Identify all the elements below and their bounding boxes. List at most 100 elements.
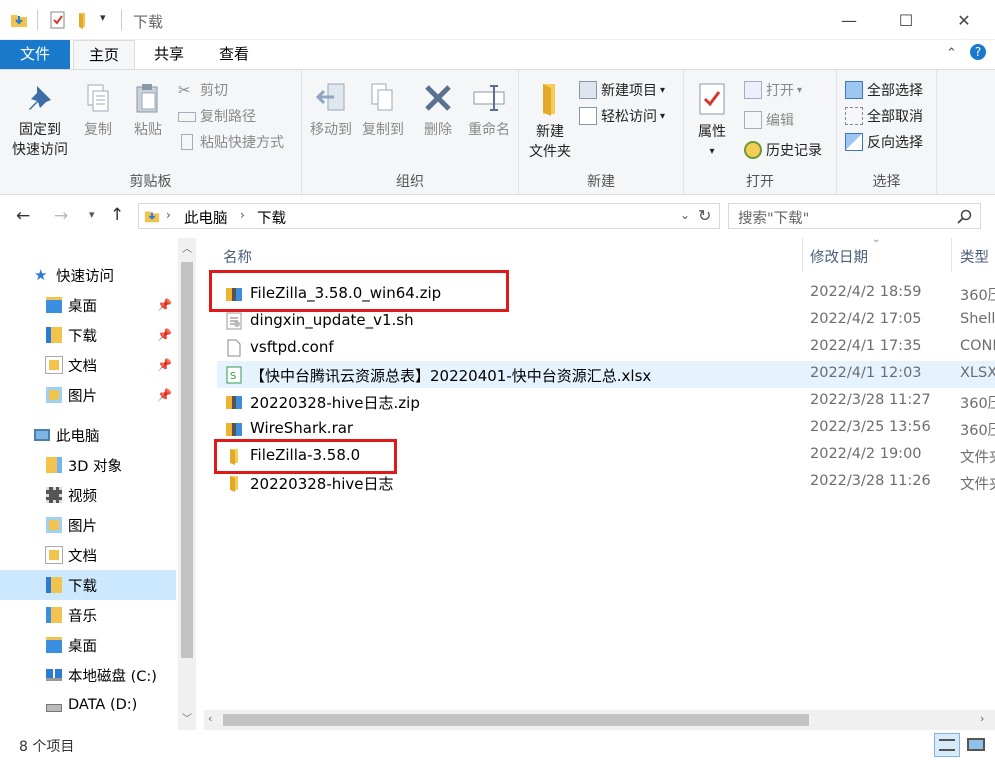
nav-documents[interactable]: 文档 📌 [0,350,176,380]
edit-button[interactable]: 编辑 [744,108,794,132]
column-header-name[interactable]: 名称 [223,246,252,267]
invert-selection-button[interactable]: 反向选择 [845,130,923,154]
large-icons-view-button[interactable] [963,733,989,757]
tab-view[interactable]: 查看 [208,40,260,69]
pin-icon: 📌 [157,388,172,402]
tab-file[interactable]: 文件 [0,40,70,69]
file-row[interactable]: WireShark.rar 2022/3/25 13:56 360压缩 [217,415,995,442]
nav-videos[interactable]: 视频 [0,480,176,510]
scroll-up-icon[interactable]: ︿ [182,240,192,255]
history-button[interactable]: 历史记录 [744,138,822,162]
nav-data-d[interactable]: DATA (D:) [0,690,176,720]
recent-locations-icon[interactable]: ▾ [89,208,95,221]
nav-pictures[interactable]: 图片 📌 [0,380,176,410]
new-item-button[interactable]: 新建项目 ▾ [579,78,665,102]
copy-path-icon [178,112,196,122]
horizontal-scrollbar[interactable]: ‹ › [204,710,995,730]
properties-button[interactable]: 属性 ▾ [690,82,734,162]
copy-button[interactable]: 复制 [76,82,120,140]
nav-documents-pc[interactable]: 文档 [0,540,176,570]
ribbon: 固定到 快速访问 复制 粘贴 ✂ 剪切 复制路径 粘贴快捷方式 剪贴板 移动到 复… [0,69,995,195]
pin-quick-access-button[interactable]: 固定到 快速访问 [8,82,72,160]
easy-access-button[interactable]: 轻松访问 ▾ [579,104,665,128]
details-view-icon [939,739,955,751]
copy-path-button[interactable]: 复制路径 [178,104,256,128]
move-to-button[interactable]: 移动到 [306,82,356,140]
nav-downloads[interactable]: 下载 📌 [0,320,176,350]
tab-share[interactable]: 共享 [143,40,195,69]
nav-label: 文档 [68,358,97,375]
help-icon[interactable]: ? [970,44,986,60]
clipboard-group-label: 剪贴板 [129,174,172,190]
file-type: 360压缩 [960,396,995,412]
quick-access-dropdown-icon[interactable]: ▾ [100,11,106,24]
nav-label: 3D 对象 [68,458,122,475]
tab-home[interactable]: 主页 [73,40,135,69]
item-count: 8 个项目 [19,739,75,755]
forward-icon[interactable]: → [54,206,68,226]
pin-label-2: 快速访问 [12,142,68,158]
address-dropdown-icon[interactable]: ⌄ [680,208,690,222]
open-button[interactable]: 打开 ▾ [744,78,802,102]
download-folder-icon [144,211,160,223]
svg-text:S: S [230,371,236,382]
back-icon[interactable]: ← [16,206,30,226]
file-date: 2022/4/1 12:03 [810,365,922,381]
paste-button[interactable]: 粘贴 [126,82,170,140]
scroll-down-icon[interactable]: ﹀ [182,710,192,725]
new-folder-icon[interactable] [75,11,93,29]
close-button[interactable]: ✕ [935,0,993,40]
open-group: 属性 ▾ 打开 ▾ 编辑 历史记录 打开 [684,70,837,195]
column-header-type[interactable]: 类型 [960,246,989,267]
nav-label: 快速访问 [56,268,114,285]
nav-quick-access[interactable]: ★ 快速访问 [0,260,176,290]
nav-desktop-pc[interactable]: 桌面 [0,630,176,660]
window-title: 下载 [133,13,164,31]
cut-label: 剪切 [200,83,228,99]
maximize-button[interactable]: ☐ [877,0,935,40]
paste-shortcut-button[interactable]: 粘贴快捷方式 [178,130,284,154]
file-row[interactable]: S 【快中台腾讯云资源总表】20220401-快中台资源汇总.xlsx 2022/4… [217,361,995,388]
nav-local-disk-c[interactable]: 本地磁盘 (C:) [0,660,176,690]
nav-music[interactable]: 音乐 [0,600,176,630]
nav-scrollbar[interactable]: ︿ ﹀ [178,238,196,730]
nav-downloads-pc[interactable]: 下载 [0,570,176,600]
select-all-button[interactable]: 全部选择 [845,78,923,102]
column-header-date[interactable]: 修改日期 [810,246,868,267]
properties-icon[interactable] [49,11,67,29]
refresh-icon[interactable]: ↻ [698,206,711,225]
pictures-folder-icon [46,517,62,533]
address-bar[interactable]: › 此电脑 › 下载 ⌄ ↻ [138,203,720,229]
copy-icon [87,84,109,112]
file-row[interactable]: vsftpd.conf 2022/4/1 17:35 CONF [217,334,995,361]
details-view-button[interactable] [934,733,960,757]
nav-desktop[interactable]: 桌面 📌 [0,290,176,320]
nav-scroll-thumb[interactable] [181,262,193,658]
desktop-folder-icon [46,297,62,313]
select-none-button[interactable]: 全部取消 [845,104,923,128]
nav-pictures-pc[interactable]: 图片 [0,510,176,540]
minimize-button[interactable]: — [820,0,878,40]
file-list: ⌄ 名称 修改日期 类型 FileZilla_3.58.0_win64.zip 2… [200,234,995,708]
breadcrumb-downloads[interactable]: 下载 [257,207,286,228]
breadcrumb-this-pc[interactable]: 此电脑 [184,207,228,228]
up-icon[interactable]: ↑ [110,205,124,225]
nav-3d-objects[interactable]: 3D 对象 [0,450,176,480]
copy-to-button[interactable]: 复制到 [358,82,408,140]
search-input[interactable]: 搜索"下载" [728,203,981,229]
file-row[interactable]: 20220328-hive日志.zip 2022/3/28 11:27 360压缩 [217,388,995,415]
collapse-ribbon-icon[interactable]: ⌃ [946,46,957,61]
new-folder-button[interactable]: 新建 文件夹 [523,82,577,162]
sort-indicator-icon: ⌄ [872,234,881,245]
nav-this-pc[interactable]: 此电脑 [0,420,176,450]
rename-button[interactable]: 重命名 [464,82,514,140]
file-name: 20220328-hive日志.zip [250,394,420,412]
scroll-right-icon[interactable]: › [980,712,984,725]
rename-label: 重命名 [468,122,510,138]
highlight-box [214,439,397,474]
delete-button[interactable]: 删除 [416,82,460,140]
file-type: CONF [960,338,995,354]
cut-button[interactable]: ✂ 剪切 [178,78,228,102]
scroll-left-icon[interactable]: ‹ [208,712,212,725]
horizontal-scroll-thumb[interactable] [223,714,809,726]
